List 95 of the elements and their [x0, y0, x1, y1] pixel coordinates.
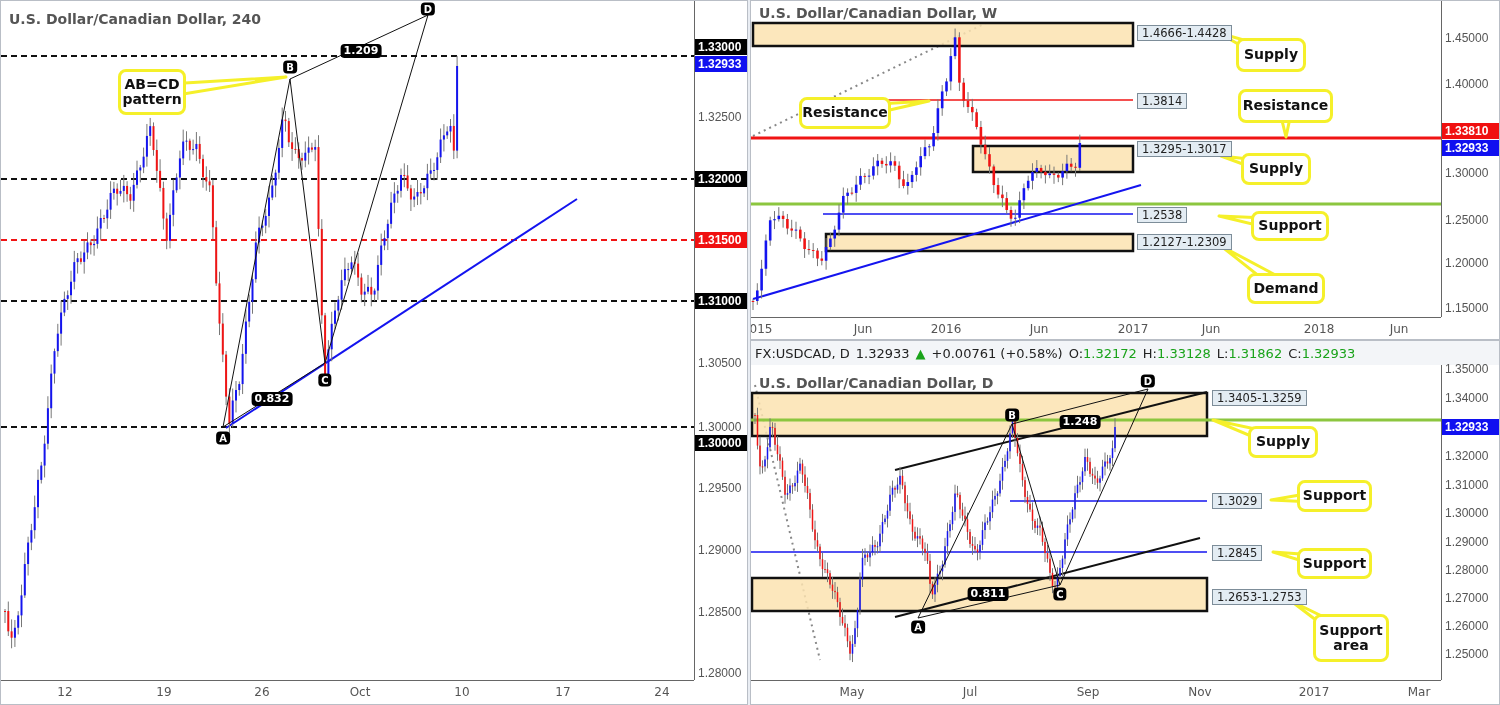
price-marker: 1.33810	[1442, 123, 1499, 139]
time-tick-label: 17	[555, 685, 571, 699]
time-tick-label: May	[839, 685, 865, 699]
level-label: 1.3029	[1212, 493, 1263, 509]
level-label: 1.2653-1.2753	[1212, 589, 1307, 605]
level-label: 1.2127-1.2309	[1137, 234, 1232, 250]
up-arrow-icon: ▲	[915, 345, 926, 361]
callout-label: Support	[1297, 548, 1372, 579]
last-price: 1.32933	[855, 345, 910, 361]
price-marker: 1.32933	[1442, 419, 1499, 435]
pattern-point-label: B	[283, 60, 297, 74]
price-tick-label: 1.28500	[697, 604, 743, 620]
time-tick-label: Jun	[853, 322, 873, 336]
time-tick-label: Sep	[1076, 685, 1100, 699]
time-tick-label: 2018	[1303, 322, 1335, 336]
time-tick-label: 12	[57, 685, 73, 699]
price-tick-label: 1.30000	[1444, 165, 1490, 181]
price-tick-label: 1.27000	[1444, 590, 1490, 606]
time-tick-label: Jun	[1201, 322, 1221, 336]
price-tick-label: 1.32000	[1444, 448, 1490, 464]
pattern-point-label: C	[1053, 587, 1067, 601]
price-marker: 1.31000	[695, 293, 747, 309]
callout-label: Resistance	[799, 97, 891, 129]
ratio-label: 1.209	[340, 44, 382, 58]
pattern-point-label: D	[1140, 374, 1156, 388]
callout-label: Support	[1297, 480, 1372, 512]
ratio-label: 0.832	[251, 392, 293, 406]
price-tick-label: 1.28000	[697, 665, 743, 681]
time-tick-label: 10	[454, 685, 470, 699]
ohlc-value: O:1.32172	[1068, 345, 1137, 361]
price-tick-label: 1.34000	[1444, 390, 1490, 406]
time-tick-label: Mar	[1407, 685, 1431, 699]
symbol-label: FX:USDCAD, D	[755, 345, 850, 361]
pattern-point-label: A	[911, 620, 925, 634]
ohlc-value: C:1.32933	[1288, 345, 1356, 361]
price-tick-label: 1.30000	[697, 419, 743, 435]
price-marker: 1.33000	[695, 39, 747, 55]
time-tick-label: Jun	[1389, 322, 1409, 336]
callout-label: Demand	[1247, 273, 1325, 304]
level-label: 1.3405-1.3259	[1212, 390, 1307, 406]
level-label: 1.4666-1.4428	[1137, 25, 1232, 41]
time-tick-label: 2017	[1298, 685, 1330, 699]
pattern-point-label: D	[420, 2, 436, 16]
price-tick-label: 1.29500	[697, 480, 743, 496]
price-tick-label: 1.40000	[1444, 76, 1490, 92]
callout-label: Supply	[1236, 38, 1306, 72]
ratio-label: 0.811	[967, 587, 1009, 601]
price-marker: 1.30000	[695, 435, 747, 451]
pattern-point-label: C	[318, 373, 332, 387]
level-label: 1.2845	[1212, 545, 1263, 561]
price-tick-label: 1.29000	[1444, 534, 1490, 550]
price-marker: 1.32000	[695, 171, 747, 187]
price-tick-label: 1.25000	[1444, 646, 1490, 662]
time-tick-label: Jul	[962, 685, 978, 699]
price-tick-label: 1.31000	[1444, 477, 1490, 493]
ohlc-value: L:1.31862	[1216, 345, 1283, 361]
callout-label: Supply	[1241, 153, 1311, 185]
time-tick-label: 19	[156, 685, 172, 699]
price-tick-label: 1.35000	[1444, 361, 1490, 377]
chart-title: U.S. Dollar/Canadian Dollar, W	[759, 5, 998, 21]
time-tick-label: Oct	[349, 685, 371, 699]
level-label: 1.3814	[1137, 93, 1188, 109]
chart-title: U.S. Dollar/Canadian Dollar, 240	[9, 11, 262, 27]
callout-label: Support	[1251, 211, 1329, 241]
ohlc-value: H:1.33128	[1142, 345, 1211, 361]
time-tick-label: 26	[254, 685, 270, 699]
ratio-label: 1.248	[1059, 415, 1101, 429]
callout-label: AB=CD pattern	[118, 69, 186, 115]
price-tick-label: 1.26000	[1444, 618, 1490, 634]
time-tick-label: 2016	[930, 322, 962, 336]
price-marker: 1.31500	[695, 232, 747, 248]
price-marker: 1.32933	[1442, 140, 1499, 156]
price-tick-label: 1.15000	[1444, 300, 1490, 316]
callout-label: Support area	[1313, 614, 1389, 662]
price-tick-label: 1.32500	[697, 109, 743, 125]
callout-label: Supply	[1248, 426, 1318, 458]
price-tick-label: 1.30000	[1444, 505, 1490, 521]
price-tick-label: 1.29000	[697, 542, 743, 558]
time-tick-label: 24	[654, 685, 670, 699]
chart-title: U.S. Dollar/Canadian Dollar, D	[759, 375, 994, 391]
time-tick-label: 015	[751, 322, 773, 336]
price-marker: 1.32933	[695, 56, 747, 72]
pattern-point-label: B	[1005, 408, 1019, 422]
price-tick-label: 1.28000	[1444, 562, 1490, 578]
price-tick-label: 1.45000	[1444, 30, 1490, 46]
time-tick-label: Jun	[1029, 322, 1049, 336]
price-tick-label: 1.20000	[1444, 255, 1490, 271]
price-tick-label: 1.25000	[1444, 212, 1490, 228]
price-change: +0.00761 (+0.58%)	[931, 345, 1063, 361]
level-label: 1.2538	[1137, 207, 1188, 223]
time-tick-label: 2017	[1117, 322, 1149, 336]
price-tick-label: 1.30500	[697, 355, 743, 371]
time-tick-label: Nov	[1188, 685, 1212, 699]
level-label: 1.3295-1.3017	[1137, 141, 1232, 157]
pattern-point-label: A	[216, 431, 230, 445]
